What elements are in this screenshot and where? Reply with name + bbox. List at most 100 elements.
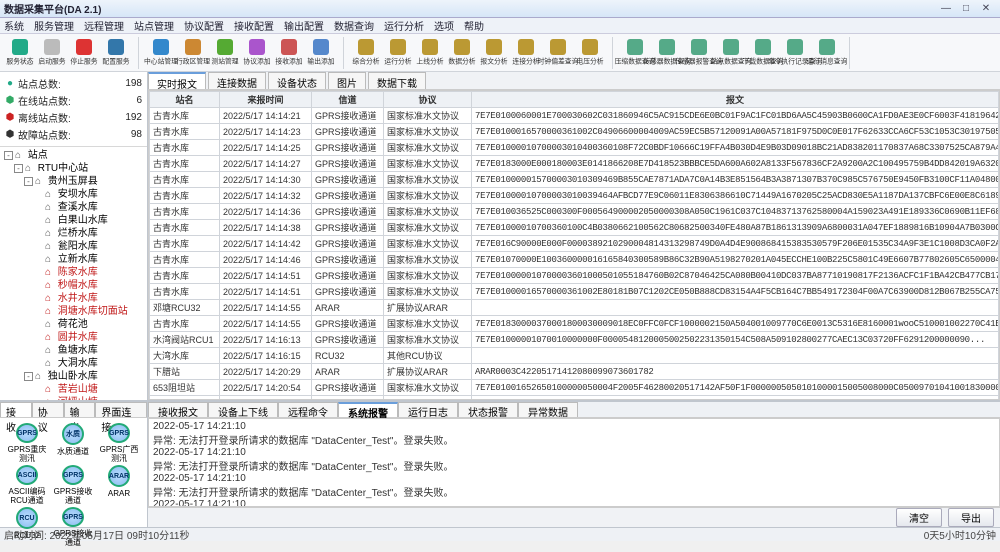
table-row[interactable]: 古青水库2022/5/17 14:14:25GPRS接收通道国家标准水文协议7E… xyxy=(150,140,999,156)
toolbar-button[interactable]: 连接分析 xyxy=(511,37,541,69)
table-row[interactable]: 古青水库2022/5/17 14:14:32GPRS接收通道国家标准水文协议7E… xyxy=(150,188,999,204)
menu-item[interactable]: 数据查询 xyxy=(334,18,374,33)
menu-item[interactable]: 站点管理 xyxy=(134,18,174,33)
menu-item[interactable]: 输出配置 xyxy=(284,18,324,33)
menu-item[interactable]: 选项 xyxy=(434,18,454,33)
main-tab[interactable]: 数据下载 xyxy=(368,72,426,89)
tree-node[interactable]: ⌂ 陈家水库 xyxy=(2,266,145,279)
column-header[interactable]: 信道 xyxy=(312,92,384,108)
toolbar-button[interactable]: 输出添加 xyxy=(306,37,336,69)
tree-node[interactable]: ⌂ 荷花池 xyxy=(2,318,145,331)
tree-node[interactable]: -⌂ 贵州玉屏县 xyxy=(2,175,145,188)
menu-item[interactable]: 接收配置 xyxy=(234,18,274,33)
tree-node[interactable]: ⌂ 苦岩山塘 xyxy=(2,383,145,396)
toolbar-button[interactable]: 传感器报警查询 xyxy=(684,37,714,69)
tree-node[interactable]: -⌂ RTU中心站 xyxy=(2,162,145,175)
toolbar-button[interactable]: 配置服务 xyxy=(101,37,131,69)
menu-item[interactable]: 运行分析 xyxy=(384,18,424,33)
menu-item[interactable]: 帮助 xyxy=(464,18,484,33)
toolbar-button[interactable]: 协议添加 xyxy=(242,37,272,69)
tree-node[interactable]: ⌂ 白果山水库 xyxy=(2,214,145,227)
tree-node[interactable]: ⌂ 大洞水库 xyxy=(2,357,145,370)
column-header[interactable]: 协议 xyxy=(384,92,472,108)
column-header[interactable]: 来报时间 xyxy=(220,92,312,108)
toolbar-button[interactable]: 综合分析 xyxy=(351,37,381,69)
table-row[interactable]: 古青水库2022/5/17 14:14:21GPRS接收通道国家标准水文协议7E… xyxy=(150,108,999,124)
tree-node[interactable]: ⌂ 安坝水库 xyxy=(2,188,145,201)
toolbar-button[interactable]: 停止服务 xyxy=(69,37,99,69)
main-tab[interactable]: 实时报文 xyxy=(148,72,206,89)
toolbar-button[interactable]: 站点数据查询 xyxy=(716,37,746,69)
table-row[interactable]: 653阻坦站2022/5/17 14:20:54GPRS接收通道国家标准水文协议… xyxy=(150,380,999,396)
tree-node[interactable]: ⌂ 水井水库 xyxy=(2,292,145,305)
receiver-icon-item[interactable]: GPRSGPRS重庆测汛 xyxy=(5,423,49,463)
log-tab[interactable]: 设备上下线 xyxy=(208,402,278,417)
table-row[interactable]: 古青水库2022/5/17 14:14:23GPRS接收通道国家标准水文协议7E… xyxy=(150,124,999,140)
expand-icon[interactable]: - xyxy=(4,151,13,160)
tree-node[interactable]: -⌂ 站点 xyxy=(2,149,145,162)
toolbar-button[interactable]: 中心站管理 xyxy=(146,37,176,69)
log-tab[interactable]: 异常数据 xyxy=(518,402,578,417)
toolbar-button[interactable]: 数据分析 xyxy=(447,37,477,69)
table-row[interactable]: 古青水库2022/5/17 14:14:55GPRS接收通道国家标准水文协议7E… xyxy=(150,316,999,332)
table-row[interactable]: 邓塘RCU322022/5/17 14:14:55ARAR扩展协议ARAR xyxy=(150,300,999,316)
receiver-tab[interactable]: 接收 xyxy=(0,402,32,417)
tree-node[interactable]: ⌂ 烂桥水库 xyxy=(2,227,145,240)
receiver-icon-item[interactable]: ASCIIASCII编码RCU通道 xyxy=(5,465,49,505)
log-body[interactable]: 2022-05-17 14:21:10异常: 无法打开登录所请求的数据库 "Da… xyxy=(148,418,1000,507)
log-tab[interactable]: 状态报警 xyxy=(458,402,518,417)
toolbar-button[interactable]: 上线分析 xyxy=(415,37,445,69)
tree-node[interactable]: -⌂ 独山卧水库 xyxy=(2,370,145,383)
tree-node[interactable]: ⌂ 查溪水库 xyxy=(2,201,145,214)
tree-node[interactable]: ⌂ 立新水库 xyxy=(2,253,145,266)
toolbar-button[interactable]: 运行消息查询 xyxy=(812,37,842,69)
table-row[interactable]: 古青水库2022/5/17 14:14:30GPRS接收通道国家标准水文协议7E… xyxy=(150,172,999,188)
table-row[interactable]: 古青水库2022/5/17 14:14:27GPRS接收通道国家标准水文协议7E… xyxy=(150,156,999,172)
tree-node[interactable]: ⌂ 洞塘水库切面站 xyxy=(2,305,145,318)
toolbar-button[interactable]: 运行分析 xyxy=(383,37,413,69)
receiver-icon-item[interactable]: 水质水质通道 xyxy=(51,423,95,463)
log-tab[interactable]: 接收报文 xyxy=(148,402,208,417)
log-tab[interactable]: 系统报警 xyxy=(338,402,398,417)
expand-icon[interactable]: - xyxy=(14,164,23,173)
expand-icon[interactable]: - xyxy=(24,177,33,186)
message-grid[interactable]: 站名来报时间信道协议报文古青水库2022/5/17 14:14:21GPRS接收… xyxy=(148,90,1000,400)
receiver-tab[interactable]: 界面连接 xyxy=(95,402,147,417)
tree-node[interactable]: ⌂ 鱼塘水库 xyxy=(2,344,145,357)
column-header[interactable]: 站名 xyxy=(150,92,220,108)
toolbar-button[interactable]: 测站管理 xyxy=(210,37,240,69)
receiver-icon-item[interactable]: GPRSGPRS广西测汛 xyxy=(97,423,141,463)
toolbar-button[interactable]: 启动服务 xyxy=(37,37,67,69)
menu-item[interactable]: 系统 xyxy=(4,18,24,33)
receiver-tab[interactable]: 输出 xyxy=(64,402,96,417)
export-button[interactable]: 导出 xyxy=(948,508,994,527)
station-tree[interactable]: -⌂ 站点-⌂ RTU中心站-⌂ 贵州玉屏县⌂ 安坝水库⌂ 查溪水库⌂ 白果山水… xyxy=(0,147,147,400)
menu-item[interactable]: 远程管理 xyxy=(84,18,124,33)
toolbar-button[interactable]: 接收添加 xyxy=(274,37,304,69)
main-tab[interactable]: 图片 xyxy=(328,72,366,89)
clear-button[interactable]: 清空 xyxy=(896,508,942,527)
table-row[interactable]: 大湾水库2022/5/17 14:16:15RCU32其他RCU协议 xyxy=(150,348,999,364)
table-row[interactable]: 古青水库2022/5/17 14:14:51GPRS接收通道国家标准水文协议7E… xyxy=(150,284,999,300)
receiver-icon-item[interactable]: GPRSGPRS接收通道 xyxy=(51,465,95,505)
main-tab[interactable]: 连接数据 xyxy=(208,72,266,89)
toolbar-button[interactable]: 时钟偏差查询 xyxy=(543,37,573,69)
close-icon[interactable]: ✕ xyxy=(976,3,996,14)
table-row[interactable]: 古青水库2022/5/17 14:14:42GPRS接收通道国家标准水文协议7E… xyxy=(150,236,999,252)
table-row[interactable]: 水湾阀站RCU12022/5/17 14:16:13GPRS接收通道国家标准水文… xyxy=(150,332,999,348)
table-row[interactable]: 下腊站2022/5/17 14:20:29ARAR扩展协议ARARARAR000… xyxy=(150,364,999,380)
menu-item[interactable]: 协议配置 xyxy=(184,18,224,33)
tree-node[interactable]: ⌂ 秒帽水库 xyxy=(2,279,145,292)
toolbar-button[interactable]: 命令执行记录查询 xyxy=(780,37,810,69)
expand-icon[interactable]: - xyxy=(24,372,33,381)
tree-node[interactable]: ⌂ 瓮阳水库 xyxy=(2,240,145,253)
toolbar-button[interactable]: 电压分析 xyxy=(575,37,605,69)
menu-item[interactable]: 服务管理 xyxy=(34,18,74,33)
receiver-tab[interactable]: 协议 xyxy=(32,402,64,417)
maximize-icon[interactable]: □ xyxy=(956,3,976,14)
column-header[interactable]: 报文 xyxy=(472,92,999,108)
table-row[interactable]: 古青水库2022/5/17 14:14:46GPRS接收通道国家标准水文协议7E… xyxy=(150,252,999,268)
table-row[interactable]: 古青水库2022/5/17 14:14:36GPRS接收通道国家标准水文协议7E… xyxy=(150,204,999,220)
table-row[interactable]: 阴阳桥2022/5/17 14:20:55GPRS接收通道国家标准水文协议7E7… xyxy=(150,396,999,401)
table-row[interactable]: 古青水库2022/5/17 14:14:51GPRS接收通道国家标准水文协议7E… xyxy=(150,268,999,284)
